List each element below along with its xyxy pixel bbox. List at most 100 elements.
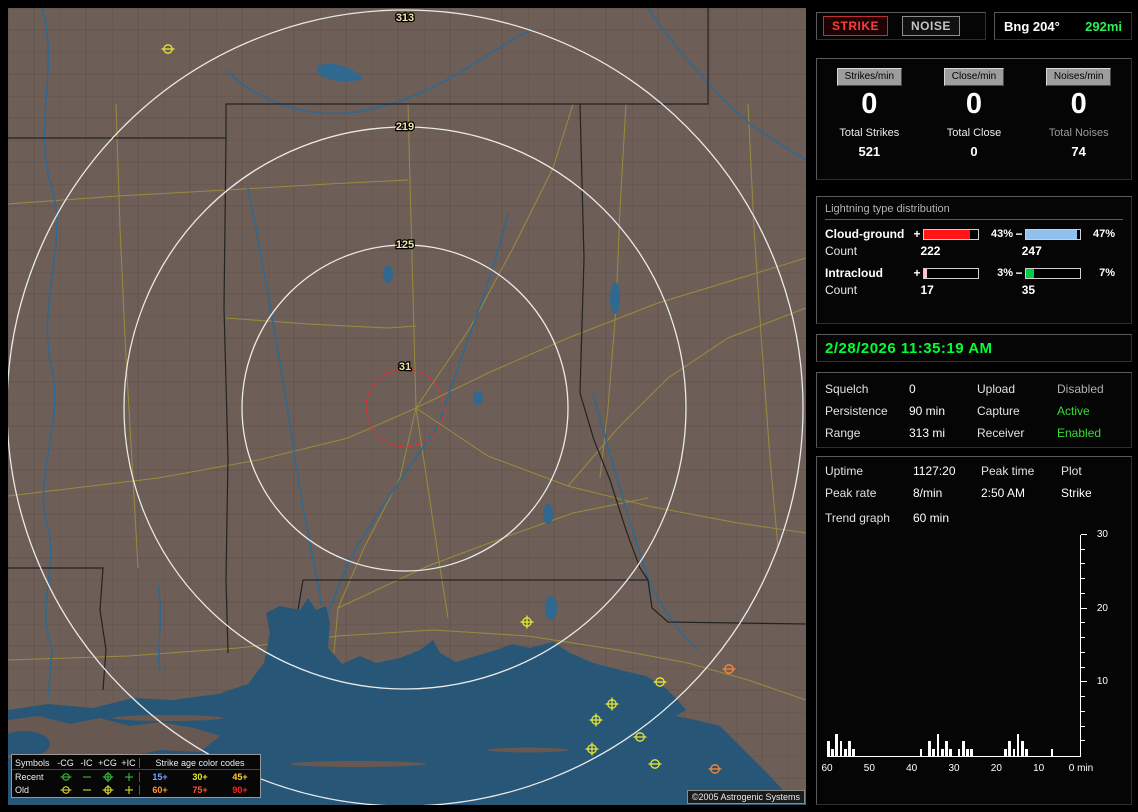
range-ring-label: 125 — [396, 239, 414, 251]
close-per-min-button[interactable]: Close/min — [943, 68, 1005, 86]
age-code: 45+ — [232, 771, 248, 782]
trend-graph-label: Trend graph — [825, 511, 890, 525]
ic-minus-pct: 7% — [1099, 267, 1115, 279]
noises-per-min-value: 0 — [1070, 88, 1087, 120]
y-axis-tick — [1081, 563, 1085, 565]
trend-bar — [1012, 748, 1016, 756]
count-label: Count — [825, 244, 858, 258]
capture-label: Capture — [977, 404, 1020, 418]
trend-bar — [839, 741, 843, 756]
trend-bar — [843, 748, 847, 756]
y-axis-tick — [1081, 592, 1085, 594]
y-axis-tick — [1081, 637, 1085, 639]
legend-old-label: Old — [15, 784, 30, 795]
trend-bar — [1025, 748, 1028, 756]
map-canvas: 313 219 125 31 — [8, 8, 806, 805]
pos-cg-old-icon — [97, 784, 118, 795]
bearing-display: Bng 204° 292mi — [994, 12, 1132, 40]
x-axis-label: 50 — [863, 763, 875, 774]
y-axis-tick — [1081, 607, 1087, 609]
copyright-label: ©2005 Astrogenic Systems — [686, 790, 805, 804]
trend-bar — [919, 748, 923, 756]
trend-bar — [852, 748, 855, 756]
total-close-label: Total Close — [946, 127, 1002, 139]
trend-header: Trend graph 60 min — [825, 511, 1123, 525]
datetime-display: 2/28/2026 11:35:19 AM — [825, 339, 993, 357]
total-close-value: 0 — [970, 144, 978, 159]
range-ring-label: 31 — [399, 361, 411, 373]
noises-per-min-button[interactable]: Noises/min — [1045, 68, 1112, 86]
minus-sign: − — [1015, 227, 1023, 241]
x-axis-label: 60 — [821, 763, 833, 774]
peak-rate-value: 8/min — [913, 486, 943, 500]
distribution-box: Lightning type distribution Cloud-ground… — [816, 196, 1132, 324]
y-axis-tick — [1081, 681, 1087, 683]
y-axis-tick — [1081, 666, 1085, 668]
trend-bar — [957, 748, 961, 756]
trend-bar — [949, 748, 952, 756]
trend-bar — [928, 741, 931, 756]
trend-bar — [945, 741, 948, 756]
age-code: 60+ — [152, 784, 168, 795]
age-code: 15+ — [152, 771, 168, 782]
cg-minus-bar — [1025, 228, 1081, 240]
trend-bar — [1021, 741, 1024, 756]
uptime-label: Uptime — [825, 464, 864, 478]
cg-plus-count: 222 — [920, 244, 941, 258]
range-label: Range — [825, 426, 861, 440]
squelch-label: Squelch — [825, 382, 869, 396]
peak-time-value: 2:50 AM — [981, 486, 1026, 500]
cg-plus-pct: 43% — [990, 228, 1013, 240]
plot-label: Plot — [1061, 464, 1082, 478]
y-axis-tick — [1081, 534, 1087, 535]
y-axis-tick — [1081, 725, 1085, 727]
peak-time-label: Peak time — [981, 464, 1035, 478]
y-axis-label: 30 — [1096, 529, 1108, 540]
noise-mode-button[interactable]: NOISE — [902, 16, 960, 36]
stats-box: Uptime 1127:20 Peak time Plot Peak rate … — [816, 456, 1132, 805]
trend-graph-window: 60 min — [913, 511, 950, 525]
plus-sign: + — [913, 266, 921, 280]
trend-bar — [1008, 741, 1011, 756]
y-axis-tick — [1081, 578, 1085, 580]
intracloud-row: Intracloud + 3% − 7% — [825, 266, 1123, 280]
y-axis-tick — [1081, 651, 1085, 653]
strikes-per-min-button[interactable]: Strikes/min — [836, 68, 903, 86]
trend-bar — [940, 748, 944, 756]
lightning-map: 313 219 125 31 Symbols -CG -IC +CG +IC S… — [8, 8, 806, 805]
age-code: 75+ — [192, 784, 208, 795]
receiver-label: Receiver — [977, 426, 1025, 440]
y-axis-tick — [1081, 696, 1085, 698]
x-axis-label: 0 min — [1068, 763, 1094, 774]
range-ring-label: 313 — [396, 12, 414, 24]
clock-box: 2/28/2026 11:35:19 AM — [816, 334, 1132, 362]
squelch-value: 0 — [909, 382, 916, 396]
trend-plot-area: 10 20 30 — [827, 530, 1108, 757]
legend-col-neg-ic: -IC — [80, 757, 93, 768]
neg-ic-recent-icon — [76, 772, 97, 782]
trend-bar — [1050, 748, 1054, 756]
upload-label: Upload — [977, 382, 1016, 396]
trend-bar — [936, 733, 940, 756]
x-axis-label: 40 — [906, 763, 918, 774]
neg-cg-recent-icon — [55, 772, 76, 782]
close-per-min-value: 0 — [965, 88, 983, 120]
stats-grid: Uptime 1127:20 Peak time Plot Peak rate … — [825, 464, 1123, 500]
upload-status: Disabled — [1057, 382, 1104, 396]
legend-col-pos-ic: +IC — [121, 757, 136, 768]
total-noises-value: 74 — [1071, 144, 1086, 159]
total-strikes-value: 521 — [858, 144, 881, 159]
range-value: 313 mi — [909, 426, 946, 440]
trend-x-axis-labels: 60 50 40 30 20 10 0 min — [821, 763, 1093, 775]
trend-bar — [835, 733, 839, 756]
age-code: 90+ — [232, 784, 248, 795]
peak-rate-label: Peak rate — [825, 486, 877, 500]
legend-col-neg-cg: -CG — [57, 757, 74, 768]
cloud-ground-row: Cloud-ground + 43% − 47% — [825, 227, 1123, 241]
pos-ic-recent-icon — [118, 772, 139, 782]
plus-sign: + — [913, 227, 921, 241]
capture-status: Active — [1057, 404, 1090, 418]
age-code: 30+ — [192, 771, 208, 782]
intracloud-count-row: Count 17 35 — [825, 283, 1123, 297]
strike-mode-button[interactable]: STRIKE — [823, 16, 889, 36]
